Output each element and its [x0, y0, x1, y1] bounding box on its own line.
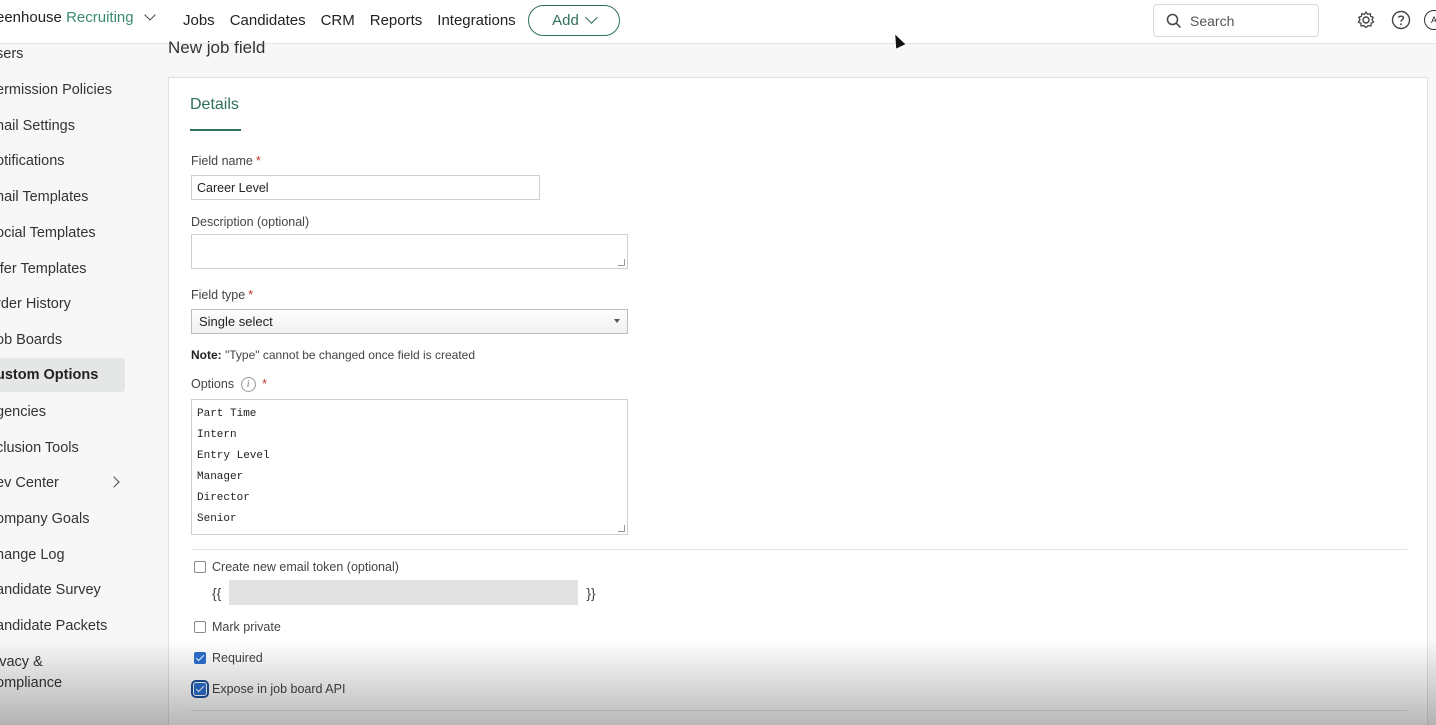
option-line: Part Time [197, 408, 257, 420]
option-line: Entry Level [197, 450, 270, 462]
search-box[interactable] [1153, 4, 1319, 37]
email-token-label: Create new email token (optional) [212, 560, 399, 574]
option-line: Intern [197, 429, 237, 441]
field-name-input[interactable] [191, 175, 540, 200]
resize-handle[interactable] [618, 259, 625, 266]
sidebar-item-job-boards[interactable]: ob Boards [0, 332, 62, 348]
field-type-value: Single select [199, 314, 273, 329]
nav-integrations[interactable]: Integrations [437, 12, 515, 29]
sidebar-item-candidate-packets[interactable]: andidate Packets [0, 618, 107, 634]
mark-private-checkbox[interactable] [194, 621, 206, 633]
nav-reports[interactable]: Reports [370, 12, 423, 29]
sidebar-item-candidate-survey[interactable]: andidate Survey [0, 582, 101, 598]
email-token-input[interactable] [229, 580, 579, 605]
required-label: Required [212, 651, 263, 665]
required-marker: * [248, 288, 254, 302]
nav-candidates[interactable]: Candidates [230, 12, 306, 29]
help-icon[interactable] [1391, 10, 1411, 30]
field-name-label: Field name * [191, 154, 261, 168]
options-label-text: Options [191, 377, 235, 391]
sidebar-item-notifications[interactable]: otifications [0, 153, 65, 169]
add-button-label: Add [552, 12, 579, 29]
token-close-brace: }} [586, 584, 596, 601]
option-line: Senior [197, 513, 237, 525]
search-input[interactable] [1190, 12, 1300, 29]
description-textarea[interactable] [191, 234, 628, 269]
sidebar-item-privacy-compliance[interactable]: ivacy & [0, 654, 43, 670]
description-label: Description (optional) [191, 215, 310, 229]
sidebar-item-privacy-compliance-line2[interactable]: ompliance [0, 675, 62, 691]
section-divider [191, 549, 1407, 550]
info-icon[interactable]: i [240, 377, 256, 393]
sidebar-item-offer-templates[interactable]: ffer Templates [0, 261, 87, 277]
page-title: New job field [168, 38, 266, 57]
type-note: Note: "Type" cannot be changed once fiel… [191, 348, 475, 362]
settings-sidebar: sers ermission Policies nail Settings ot… [0, 44, 150, 725]
tab-details[interactable]: Details [190, 96, 239, 114]
sidebar-item-email-settings[interactable]: nail Settings [0, 118, 75, 134]
chevron-down-icon [144, 9, 156, 21]
required-marker: * [262, 377, 267, 391]
job-field-form-panel: Details Field name* Description (optiona… [168, 77, 1428, 725]
expose-api-checkbox[interactable] [191, 680, 209, 698]
email-token-field: {{ }} [212, 580, 596, 605]
sidebar-item-permission-policies[interactable]: ermission Policies [0, 82, 112, 98]
chevron-right-icon[interactable] [108, 476, 120, 488]
field-name-label-text: Field name [191, 154, 253, 168]
note-label: Note: [191, 348, 222, 362]
field-type-label-text: Field type [191, 288, 246, 302]
required-option[interactable]: Required [194, 651, 263, 665]
brand-name: eenhouse [0, 9, 62, 26]
field-type-label: Field type * [191, 288, 253, 302]
brand-logo[interactable]: eenhouse Recruiting [0, 9, 156, 26]
sidebar-item-social-templates[interactable]: ocial Templates [0, 225, 96, 241]
token-open-brace: {{ [212, 584, 222, 601]
main-nav: Jobs Candidates CRM Reports Integrations [183, 12, 531, 29]
note-text: "Type" cannot be changed once field is c… [221, 348, 476, 362]
mark-private-label: Mark private [212, 620, 281, 634]
search-icon [1166, 13, 1182, 28]
options-label: Options i * [191, 377, 267, 393]
nav-crm[interactable]: CRM [321, 12, 355, 29]
sidebar-item-agencies[interactable]: gencies [0, 404, 46, 420]
sidebar-item-change-log[interactable]: hange Log [0, 547, 65, 563]
sidebar-item-company-goals[interactable]: ompany Goals [0, 511, 90, 527]
required-checkbox[interactable] [194, 652, 206, 664]
field-type-select[interactable]: Single select [191, 309, 628, 334]
option-line: Director [197, 492, 250, 504]
options-textarea[interactable]: Part Time Intern Entry Level Manager Dir… [191, 399, 628, 535]
required-marker: * [255, 154, 261, 168]
email-token-checkbox[interactable] [194, 561, 206, 573]
sidebar-item-users[interactable]: sers [0, 46, 23, 62]
resize-handle[interactable] [618, 525, 625, 532]
sidebar-item-custom-options[interactable]: ustom Options [0, 358, 125, 392]
expose-api-option[interactable]: Expose in job board API [191, 680, 346, 698]
sidebar-item-inclusion-tools[interactable]: clusion Tools [0, 440, 79, 456]
gear-icon[interactable] [1356, 10, 1376, 30]
tab-underline [190, 129, 241, 131]
sidebar-item-order-history[interactable]: rder History [0, 296, 71, 312]
email-token-option[interactable]: Create new email token (optional) [194, 560, 399, 574]
expose-api-label: Expose in job board API [212, 682, 346, 696]
sidebar-item-email-templates[interactable]: nail Templates [0, 189, 88, 205]
avatar[interactable]: A [1424, 10, 1436, 30]
brand-accent: Recruiting [66, 9, 134, 26]
section-divider [191, 710, 1407, 711]
caret-down-icon [614, 319, 620, 323]
chevron-down-icon [584, 11, 598, 24]
sidebar-item-dev-center[interactable]: ev Center [0, 475, 59, 491]
nav-jobs[interactable]: Jobs [183, 12, 215, 29]
add-button[interactable]: Add [528, 5, 620, 36]
option-line: Manager [197, 471, 244, 483]
mark-private-option[interactable]: Mark private [194, 620, 281, 634]
